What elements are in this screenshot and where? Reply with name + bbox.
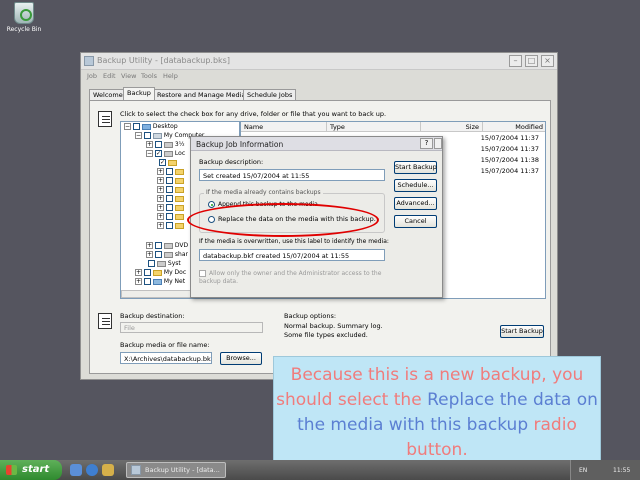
menu-job[interactable]: Job [87,72,97,80]
tree-item[interactable]: − ✓ Loc [146,150,185,159]
tree-item[interactable]: ✓ [157,159,177,168]
tree-item[interactable]: + DVD [146,242,188,251]
browse-button[interactable]: Browse... [220,352,262,365]
media-filename-input[interactable]: X:\Archives\databackup.bkf [120,352,212,364]
media-label: Backup media or file name: [120,341,210,349]
tree-item[interactable]: + [157,186,184,195]
tree-item[interactable]: + [157,177,184,186]
menu-bar: Job Edit View Tools Help [81,71,557,82]
minimize-button[interactable]: – [509,55,522,67]
tree-item[interactable]: + [157,168,184,177]
window-title: Backup Utility - [databackup.bks] [97,56,230,65]
options-line: Normal backup. Summary log. [284,322,383,330]
selection-hint: Click to select the check box for any dr… [120,110,387,118]
instruction-callout: Because this is a new backup, you should… [273,356,601,468]
tree-item[interactable]: + [157,222,184,231]
tree-item[interactable]: + [157,213,184,222]
dialog-close-button[interactable] [434,138,442,149]
column-size[interactable]: Size [421,122,483,132]
menu-edit[interactable]: Edit [103,72,116,80]
dialog-help-button[interactable]: ? [420,138,433,149]
modified-cell: 15/07/2004 11:37 [480,134,539,142]
append-radio-circle[interactable] [208,201,215,208]
column-modified[interactable]: Modified [483,122,545,132]
system-tray: EN 11:55 [570,460,640,480]
backup-selection-icon [98,111,112,127]
tab-backup[interactable]: Backup [123,87,155,100]
dialog-titlebar[interactable]: Backup Job Information ? [191,137,442,151]
internet-explorer-icon[interactable] [86,464,98,476]
column-name[interactable]: Name [241,122,327,132]
tab-restore[interactable]: Restore and Manage Media [153,89,250,100]
menu-help[interactable]: Help [163,72,178,80]
schedule-button[interactable]: Schedule... [394,179,437,192]
menu-view[interactable]: View [121,72,136,80]
taskbar-backup-utility[interactable]: Backup Utility - [data... [126,462,226,478]
modified-cell: 15/07/2004 11:38 [480,156,539,164]
backup-app-icon [84,56,94,66]
highlight-ring [187,203,379,237]
windows-flag-icon [6,465,17,475]
tree-item[interactable]: + My Doc [135,269,186,278]
backup-task-icon [131,465,141,475]
menu-tools[interactable]: Tools [141,72,157,80]
destination-select[interactable]: File [120,322,263,333]
tree-item[interactable]: − Desktop [124,123,178,132]
tree-item[interactable]: Syst [146,260,181,269]
clock[interactable]: 11:55 [613,467,630,474]
backup-destination-icon [98,313,112,329]
allow-only-checkbox[interactable]: Allow only the owner and the Administrat… [199,270,385,286]
options-title: Backup options: [284,312,337,320]
maximize-button[interactable]: □ [525,55,538,67]
allow-only-checkbox-box[interactable] [199,270,206,277]
taskbar: start Backup Utility - [data... EN 11:55 [0,460,640,480]
media-player-icon[interactable] [102,464,114,476]
tree-item[interactable]: + 3½ [146,141,185,150]
tree-item[interactable]: + shar [146,251,188,260]
overwrite-label-input[interactable]: databackup.bkf created 15/07/2004 at 11:… [199,249,385,261]
close-button[interactable]: × [541,55,554,67]
recycle-bin-desktop-icon[interactable]: Recycle Bin [4,2,44,33]
destination-label: Backup destination: [120,312,185,320]
modified-cell: 15/07/2004 11:37 [480,145,539,153]
overwrite-label: If the media is overwritten, use this la… [199,238,389,245]
column-type[interactable]: Type [327,122,421,132]
cancel-button[interactable]: Cancel [394,215,437,228]
start-button[interactable]: start [0,460,62,480]
tree-item[interactable]: + [157,195,184,204]
tree-item[interactable]: + My Net [135,278,185,287]
group-label: If the media already contains backups [204,189,323,196]
tree-item[interactable]: + [157,204,184,213]
show-desktop-icon[interactable] [70,464,82,476]
language-indicator[interactable]: EN [579,467,587,474]
window-titlebar[interactable]: Backup Utility - [databackup.bks] – □ × [81,53,557,70]
modified-cell: 15/07/2004 11:37 [480,167,539,175]
recycle-bin-label: Recycle Bin [6,26,42,33]
advanced-button[interactable]: Advanced... [394,197,437,210]
start-backup-main-button[interactable]: Start Backup [500,325,544,338]
dialog-start-backup-button[interactable]: Start Backup [394,161,437,174]
tab-welcome[interactable]: Welcome [89,89,127,100]
recycle-bin-icon [14,2,34,24]
dialog-title: Backup Job Information [196,140,284,149]
description-input[interactable]: Set created 15/07/2004 at 11:55 [199,169,385,181]
options-line: Some file types excluded. [284,331,368,339]
description-label: Backup description: [199,158,264,166]
tab-schedule[interactable]: Schedule Jobs [243,89,297,100]
